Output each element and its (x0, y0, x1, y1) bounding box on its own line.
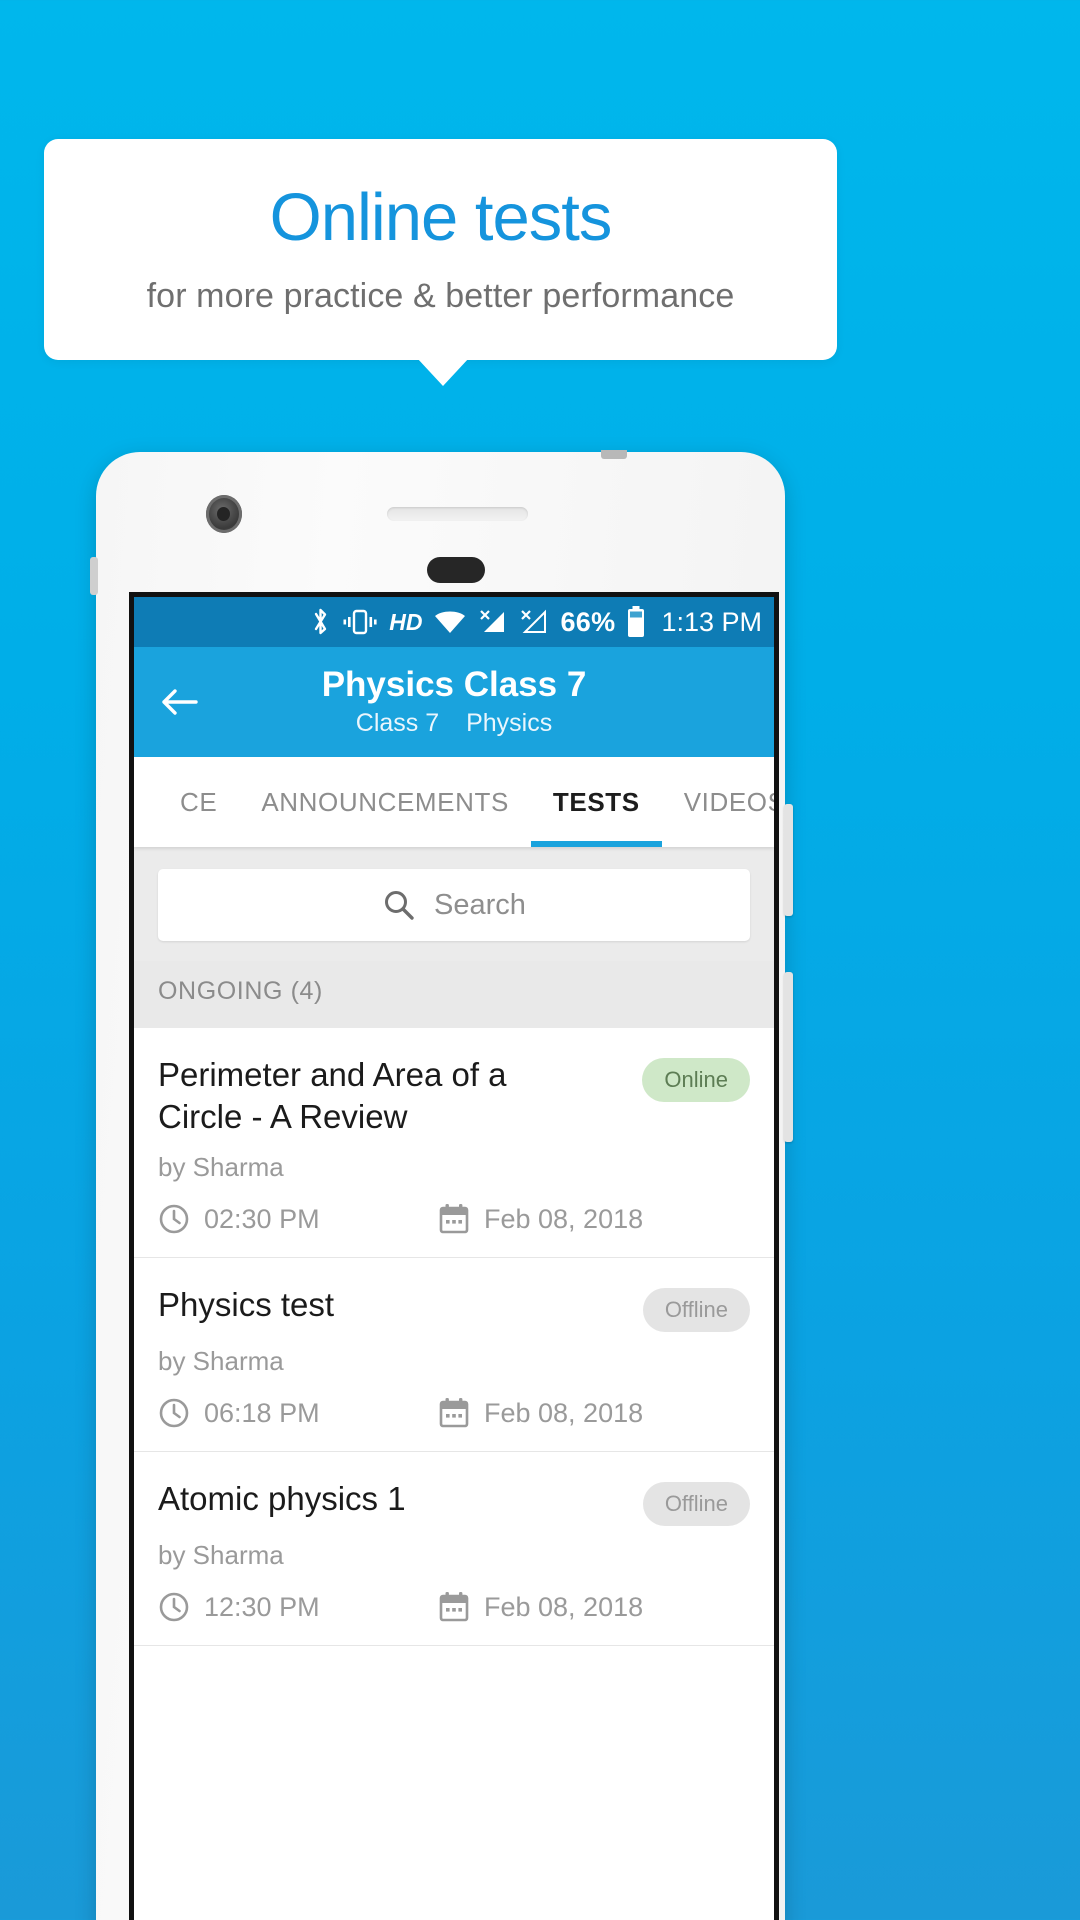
clock-icon (158, 1591, 190, 1623)
test-date-label: Feb 08, 2018 (484, 1203, 644, 1234)
tab-videos[interactable]: VIDEOS (662, 757, 774, 847)
promo-title: Online tests (269, 179, 613, 255)
test-date: Feb 08, 2018 (438, 1397, 643, 1429)
section-header-ongoing: ONGOING (4) (134, 961, 774, 1028)
test-date-label: Feb 08, 2018 (484, 1397, 644, 1428)
tab-ce[interactable]: CE (158, 757, 239, 847)
test-time-label: 02:30 PM (204, 1203, 320, 1234)
phone-top-notch (601, 450, 627, 459)
clock-icon (158, 1203, 190, 1235)
page-title: Physics Class 7 (321, 664, 587, 704)
front-camera-icon (206, 495, 242, 533)
status-badge: Offline (642, 1482, 750, 1527)
promo-callout: Online tests for more practice & better … (44, 139, 837, 360)
breadcrumb-subject: Physics (466, 709, 553, 738)
volume-button[interactable] (784, 804, 793, 916)
tab-bar: CE ANNOUNCEMENTS TESTS VIDEOS (134, 757, 774, 847)
table-row[interactable]: Physics test Offline by Sharma 06:18 PM … (134, 1258, 774, 1453)
test-card-header: Atomic physics 1 Offline (158, 1478, 750, 1527)
phone-left-button[interactable] (90, 557, 98, 595)
breadcrumb: Class 7 Physics (346, 709, 562, 738)
sensor-module (427, 557, 485, 583)
tab-announcements[interactable]: ANNOUNCEMENTS (239, 757, 531, 847)
status-badge: Offline (642, 1288, 750, 1333)
test-time-label: 06:18 PM (204, 1397, 320, 1428)
phone-screen: HD 66% 1:13 PM Physics Class 7 Class 7 P… (129, 592, 779, 1920)
bluetooth-icon (311, 607, 331, 637)
test-meta: 06:18 PM Feb 08, 2018 (158, 1397, 750, 1429)
battery-icon (626, 606, 646, 638)
signal-2-no-service-icon (519, 608, 549, 636)
test-time: 02:30 PM (158, 1203, 438, 1235)
power-button[interactable] (784, 972, 793, 1142)
test-title: Perimeter and Area of a Circle - A Revie… (158, 1056, 507, 1136)
search-input[interactable]: Search (158, 869, 750, 941)
status-badge: Online (642, 1058, 750, 1102)
test-author: by Sharma (158, 1540, 284, 1571)
test-date: Feb 08, 2018 (438, 1591, 643, 1623)
battery-percent-label: 66% (560, 606, 616, 637)
calendar-icon (438, 1203, 470, 1235)
test-time: 06:18 PM (158, 1397, 438, 1429)
tab-tests[interactable]: TESTS (530, 757, 662, 847)
promo-subtitle: for more practice & better performance (146, 277, 735, 316)
test-time: 12:30 PM (158, 1591, 438, 1623)
phone-body: HD 66% 1:13 PM Physics Class 7 Class 7 P… (90, 450, 793, 1920)
test-time-label: 12:30 PM (204, 1591, 320, 1622)
signal-1-no-service-icon (478, 608, 508, 636)
table-row[interactable]: Perimeter and Area of a Circle - A Revie… (134, 1028, 774, 1259)
status-bar: HD 66% 1:13 PM (134, 597, 774, 647)
test-title: Physics test (158, 1286, 335, 1324)
clock-label: 1:13 PM (661, 606, 762, 637)
test-title: Atomic physics 1 (158, 1480, 406, 1518)
search-placeholder: Search (434, 888, 526, 921)
search-icon (382, 888, 416, 922)
test-date: Feb 08, 2018 (438, 1203, 643, 1235)
test-card-header: Perimeter and Area of a Circle - A Revie… (158, 1054, 750, 1138)
back-arrow-icon[interactable] (158, 680, 202, 724)
wifi-icon (433, 609, 467, 635)
test-meta: 02:30 PM Feb 08, 2018 (158, 1203, 750, 1235)
calendar-icon (438, 1397, 470, 1429)
callout-tail (417, 358, 469, 386)
vibrate-icon (342, 608, 378, 636)
hd-icon: HD (389, 608, 423, 635)
test-date-label: Feb 08, 2018 (484, 1591, 644, 1622)
phone-mockup: HD 66% 1:13 PM Physics Class 7 Class 7 P… (85, 450, 796, 1920)
tests-list: Perimeter and Area of a Circle - A Revie… (134, 1028, 774, 1647)
breadcrumb-class: Class 7 (355, 709, 440, 738)
test-author: by Sharma (158, 1346, 284, 1377)
earpiece-speaker (387, 507, 528, 521)
table-row[interactable]: Atomic physics 1 Offline by Sharma 12:30… (134, 1452, 774, 1647)
calendar-icon (438, 1591, 470, 1623)
test-meta: 12:30 PM Feb 08, 2018 (158, 1591, 750, 1623)
test-author: by Sharma (158, 1152, 284, 1183)
test-card-header: Physics test Offline (158, 1284, 750, 1333)
search-area: Search (134, 847, 774, 961)
app-bar: Physics Class 7 Class 7 Physics (134, 647, 774, 757)
clock-icon (158, 1397, 190, 1429)
